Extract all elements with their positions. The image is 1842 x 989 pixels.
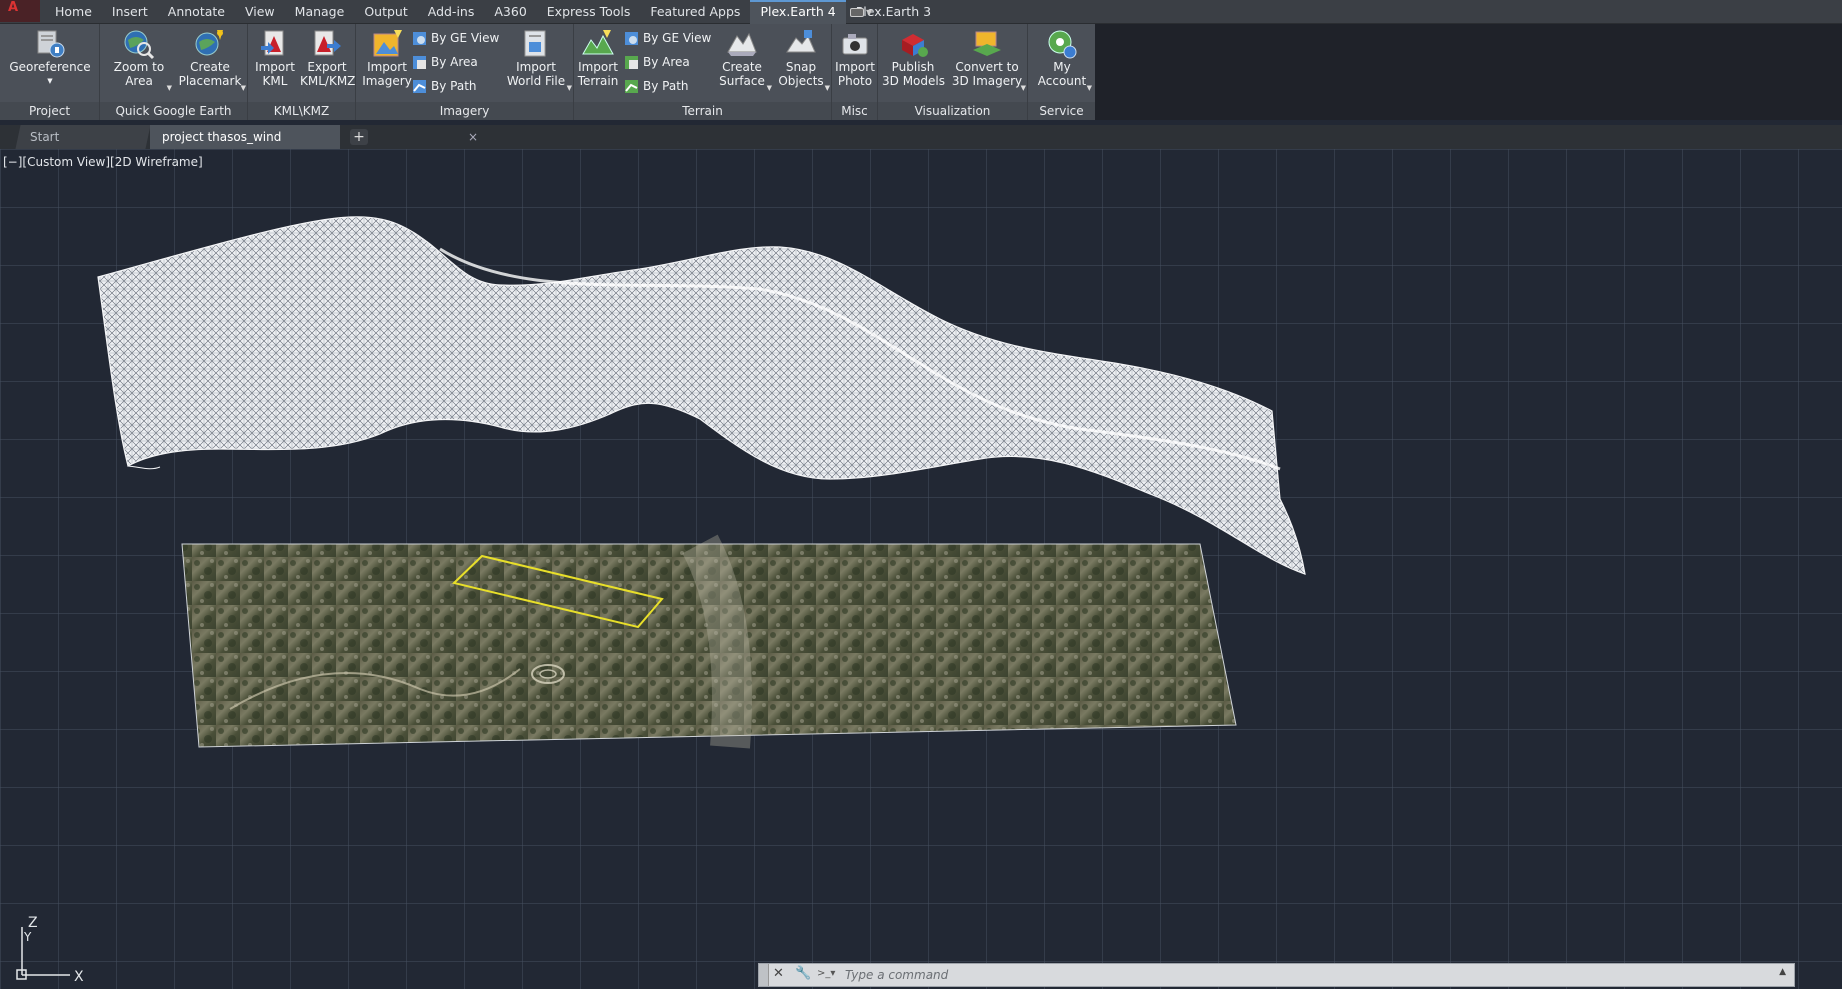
menu-tab-manage[interactable]: Manage [285,0,355,24]
menu-tab-plex-earth-4[interactable]: Plex.Earth 4 [750,0,846,24]
chevron-up-icon[interactable]: ▲ [1779,967,1786,977]
chevron-down-icon: ▼ [866,7,873,17]
import-imagery-button[interactable]: Import Imagery [360,26,414,102]
drag-handle[interactable] [759,964,769,986]
command-input[interactable] [845,965,1745,985]
ucs-x-label: X [74,969,84,985]
command-line: ✕ 🔧 >_▾ ▲ [758,963,1795,987]
menu-tab-add-ins[interactable]: Add-ins [418,0,485,24]
account-gear-icon [1045,28,1079,60]
panel-terrain: Import Terrain By GE View By Area By Pat… [574,24,832,120]
panel-visualization: Publish 3D Models Convert to 3D Imagery … [878,24,1028,120]
autocad-logo-icon: A [8,0,19,15]
import-world-file-button[interactable]: Import World File ▼ [502,26,572,102]
chevron-down-icon: ▼ [766,84,772,92]
create-surface-icon [725,28,759,60]
panel-quick-google-earth: Zoom to Area ▼ Create Placemark ▼ Quick … [100,24,248,120]
zoom-globe-icon [122,28,156,60]
ribbon-toggle-icon [850,7,864,17]
ucs-icon: Z Y X [16,915,84,985]
menu-bar: A Home Insert Annotate View Manage Output Add-… [0,0,1842,24]
aerial-imagery-plane[interactable] [181,534,1237,749]
app-menu-button[interactable]: A [0,0,40,22]
ucs-z-label: Z [28,915,38,931]
chevron-down-icon: ▼ [47,77,53,85]
path-icon [413,79,426,93]
publish-3d-icon [896,28,930,60]
georeference-icon [33,28,67,60]
menu-tab-a360[interactable]: A360 [484,0,536,24]
ucs-y-label: Y [23,930,32,944]
terrain-mesh[interactable] [97,216,1306,575]
menu-tab-output[interactable]: Output [354,0,417,24]
tab-start[interactable]: Start [15,125,151,149]
ribbon-minimize-button[interactable]: ▼ [850,5,880,19]
import-kml-icon [258,28,292,60]
chevron-down-icon: ▼ [824,84,830,92]
import-terrain-button[interactable]: Import Terrain [576,26,620,102]
document-tabs: Start project thasos_wind turbines* × + [0,125,1842,168]
world-file-icon [519,28,553,60]
close-icon[interactable]: ✕ [773,966,784,981]
chevron-down-icon: ▼ [566,84,572,92]
terrain-by-area-button[interactable]: By Area [624,51,690,73]
snap-objects-button[interactable]: Snap Objects ▼ [774,26,830,102]
my-account-button[interactable]: My Account ▼ [1034,26,1092,102]
menu-tab-featured-apps[interactable]: Featured Apps [640,0,750,24]
import-imagery-icon [370,28,404,60]
export-kml-icon [310,28,344,60]
georeference-button[interactable]: Georeference ▼ [8,26,92,102]
chevron-down-icon: ▼ [240,84,246,92]
menu-tab-insert[interactable]: Insert [102,0,158,24]
wrench-icon[interactable]: 🔧 [795,966,811,981]
placemark-globe-icon [193,28,227,60]
panel-project: Georeference ▼ Project [0,24,100,120]
create-surface-button[interactable]: Create Surface ▼ [714,26,772,102]
imagery-by-ge-view-button[interactable]: By GE View [412,27,499,49]
chevron-down-icon: ▼ [1020,84,1026,92]
chevron-down-icon: ▼ [166,84,172,92]
area-icon [625,55,638,69]
panel-service: My Account ▼ Service [1028,24,1095,120]
globe-view-icon [625,31,638,45]
import-terrain-icon [581,28,615,60]
camera-icon [838,28,872,60]
export-kml-button[interactable]: Export KML/KMZ [300,26,355,102]
snap-objects-icon [784,28,818,60]
panel-kml-kmz: Import KML Export KML/KMZ KML\KMZ [248,24,356,120]
area-icon [413,55,426,69]
menu-tabs: Home Insert Annotate View Manage Output Add-in… [45,0,941,24]
zoom-to-area-button[interactable]: Zoom to Area ▼ [108,26,172,102]
publish-3d-models-button[interactable]: Publish 3D Models [882,26,945,102]
menu-tab-express-tools[interactable]: Express Tools [537,0,641,24]
panel-misc: Import Photo Misc [832,24,878,120]
terrain-by-ge-view-button[interactable]: By GE View [624,27,711,49]
imagery-by-path-button[interactable]: By Path [412,75,477,97]
path-icon [625,79,638,93]
ribbon-empty-area [1095,24,1842,120]
prompt-icon[interactable]: >_▾ [817,968,837,983]
menu-tab-annotate[interactable]: Annotate [158,0,235,24]
tab-project[interactable]: project thasos_wind turbines* × [150,125,478,168]
new-tab-button[interactable]: + [350,129,368,145]
close-icon[interactable]: × [468,125,478,149]
globe-view-icon [413,31,426,45]
convert-3d-imagery-icon [970,28,1004,60]
menu-tab-view[interactable]: View [235,0,285,24]
import-kml-button[interactable]: Import KML [252,26,298,102]
import-photo-button[interactable]: Import Photo [834,26,876,102]
create-placemark-button[interactable]: Create Placemark ▼ [176,26,246,102]
menu-tab-home[interactable]: Home [45,0,102,24]
ribbon: Georeference ▼ Project Zoom to Area ▼ Cr… [0,24,1095,120]
imagery-by-area-button[interactable]: By Area [412,51,478,73]
terrain-by-path-button[interactable]: By Path [624,75,689,97]
chevron-down-icon: ▼ [1086,84,1092,92]
terrain-scene [97,216,1306,749]
convert-to-3d-imagery-button[interactable]: Convert to 3D Imagery ▼ [950,26,1026,102]
panel-imagery: Import Imagery By GE View By Area By Pat… [356,24,574,120]
drawing-viewport[interactable]: [−][Custom View][2D Wireframe] Z Y X [0,149,1842,989]
